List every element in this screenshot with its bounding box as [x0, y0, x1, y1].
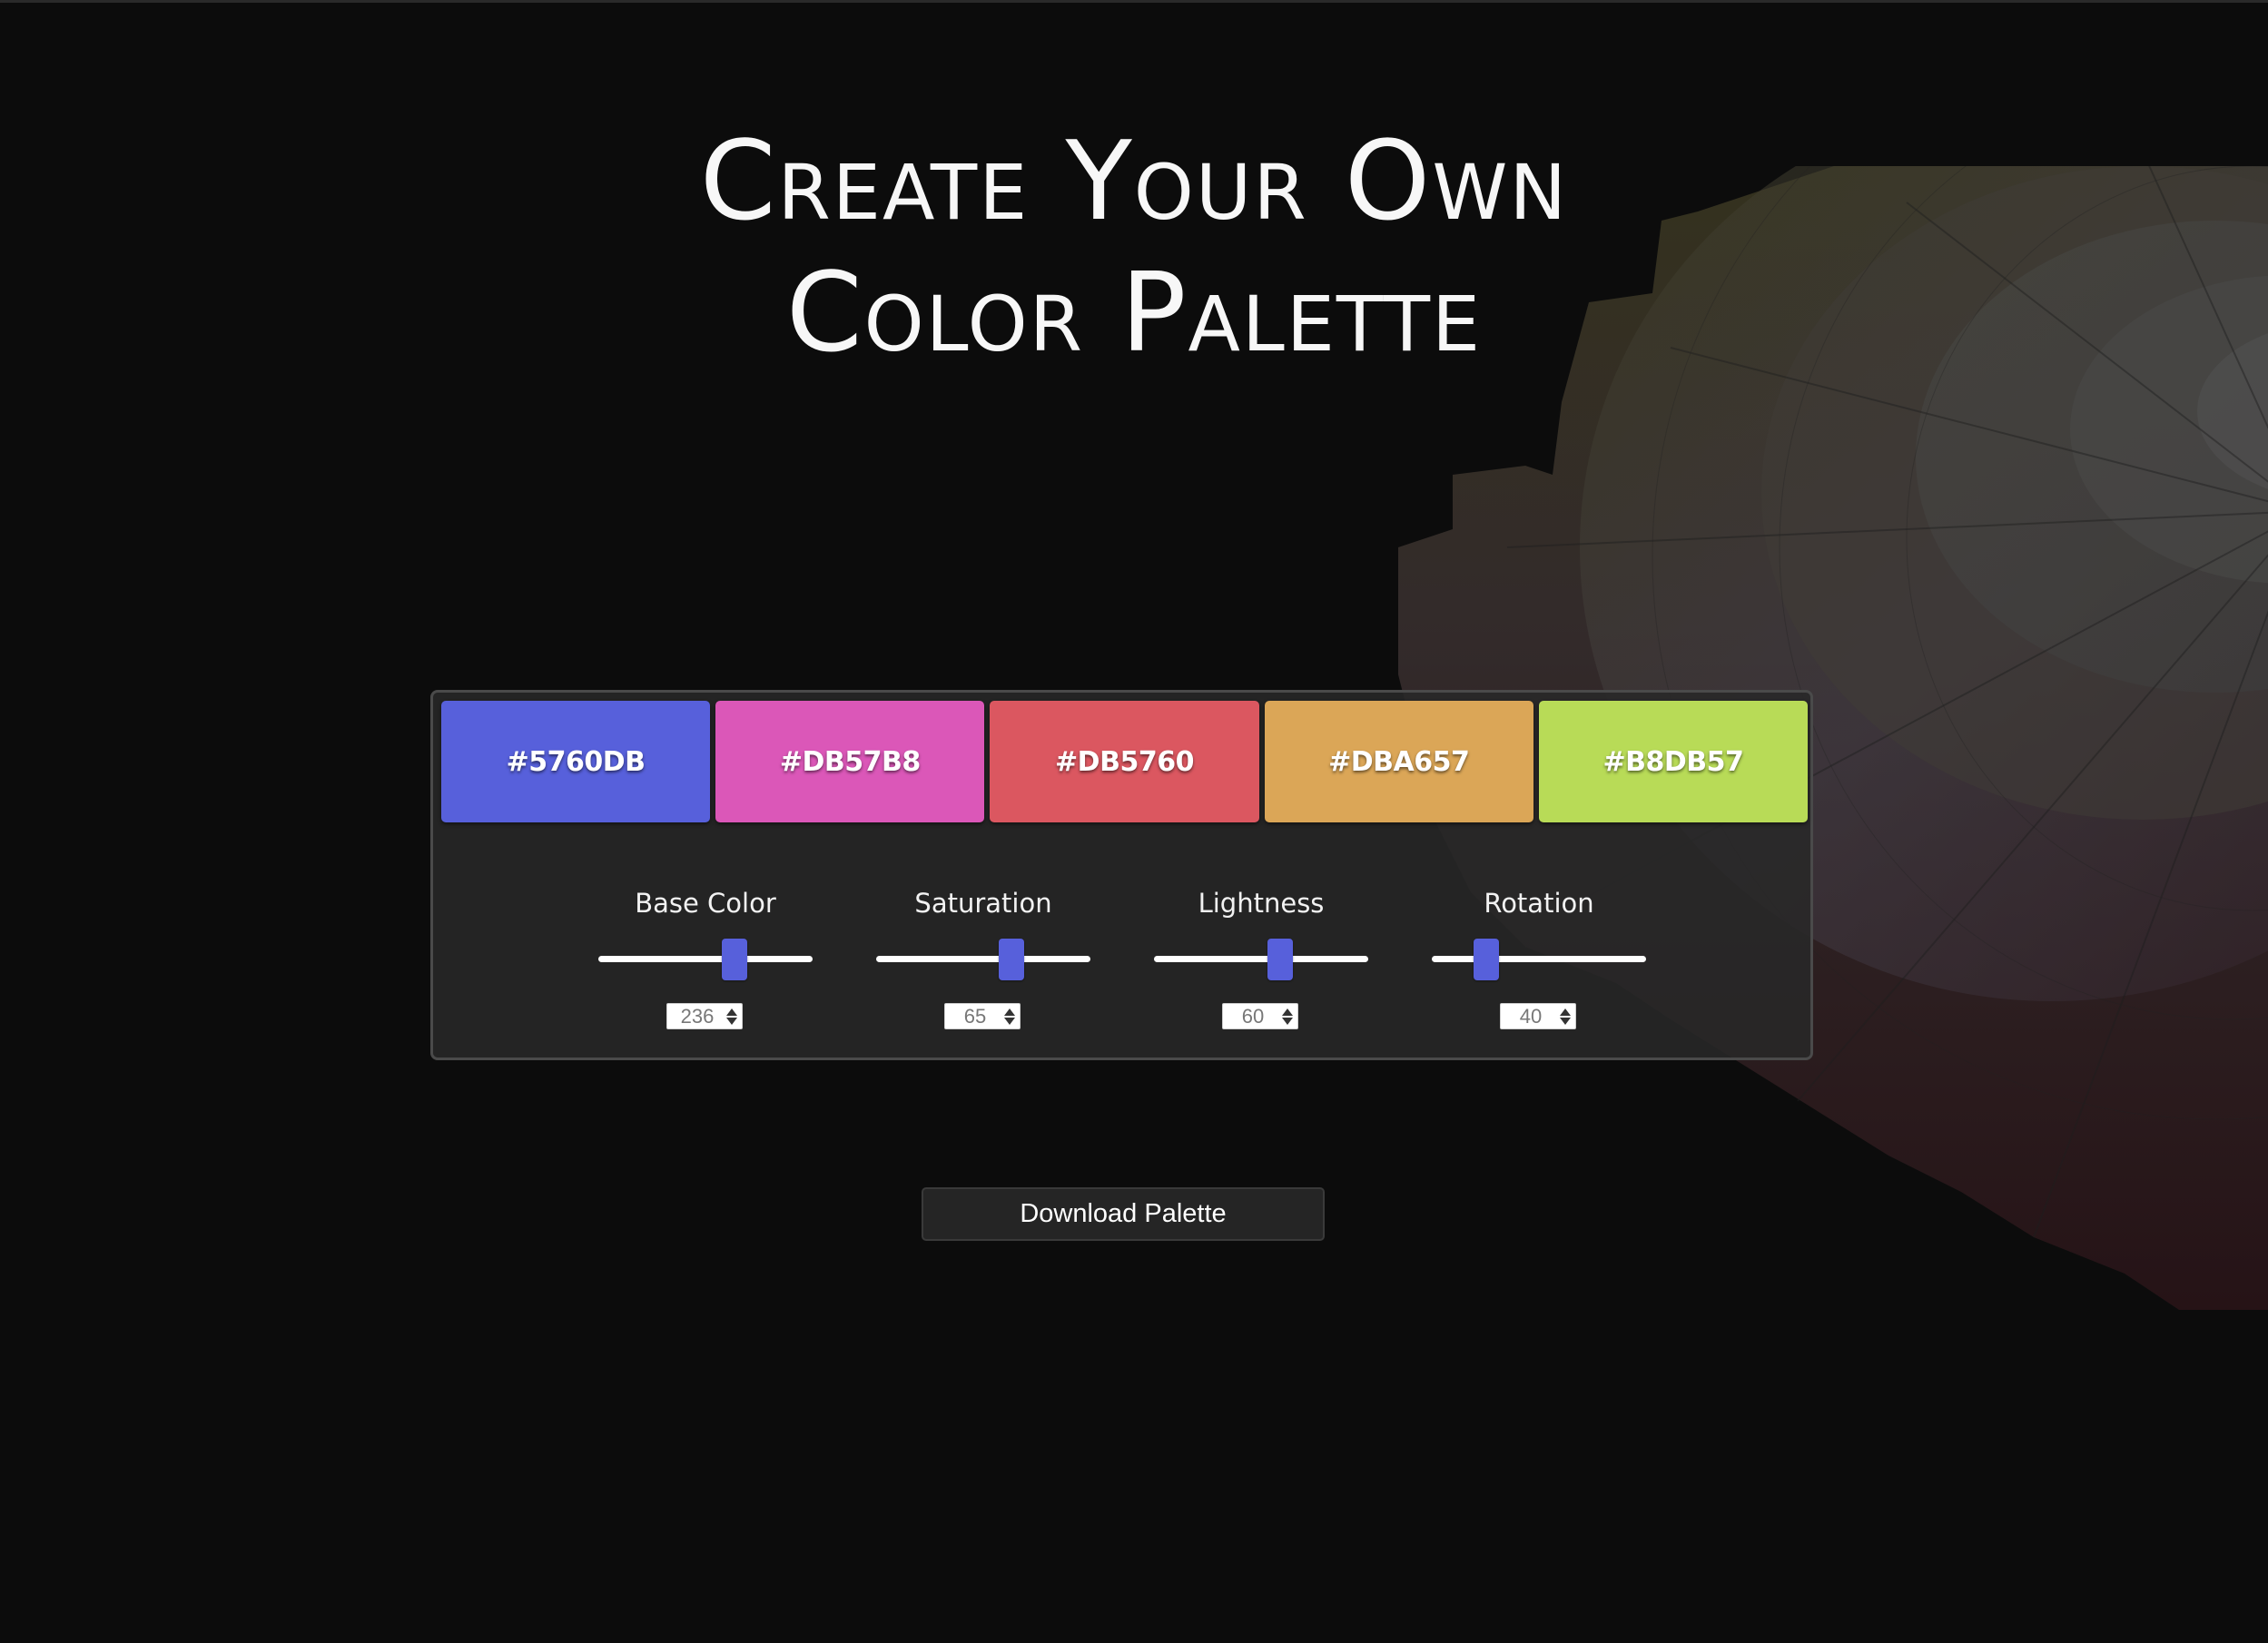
rotation-slider[interactable]	[1432, 939, 1646, 980]
base-color-control: Base Color 236	[598, 888, 813, 1029]
base-color-slider-thumb[interactable]	[722, 939, 748, 980]
swatch-3[interactable]: #DB5760	[990, 701, 1259, 822]
palette-controls: Base Color 236 Saturation 65 Lightness 6…	[598, 888, 1652, 1029]
saturation-spinner[interactable]	[1000, 1004, 1020, 1028]
rotation-spinner[interactable]	[1555, 1004, 1575, 1028]
swatch-4[interactable]: #DBA657	[1264, 701, 1533, 822]
swatch-1[interactable]: #5760DB	[441, 701, 711, 822]
page-title: Create Your Own Color Palette	[0, 116, 2268, 379]
base-color-label: Base Color	[635, 888, 776, 919]
base-color-input[interactable]: 236	[666, 1003, 743, 1029]
rotation-value[interactable]: 40	[1501, 1005, 1555, 1028]
spin-up-icon[interactable]	[726, 1008, 737, 1016]
rotation-label: Rotation	[1484, 888, 1594, 919]
saturation-input[interactable]: 65	[944, 1003, 1021, 1029]
spin-up-icon[interactable]	[1282, 1008, 1293, 1016]
page-title-line-1: Create Your Own	[699, 119, 1569, 245]
saturation-slider[interactable]	[876, 939, 1090, 980]
rotation-input[interactable]: 40	[1500, 1003, 1576, 1029]
spin-up-icon[interactable]	[1560, 1008, 1571, 1016]
palette-panel: #5760DB #DB57B8 #DB5760 #DBA657 #B8DB57 …	[430, 690, 1813, 1060]
swatch-row: #5760DB #DB57B8 #DB5760 #DBA657 #B8DB57	[441, 701, 1809, 822]
spin-down-icon[interactable]	[726, 1017, 737, 1025]
swatch-2[interactable]: #DB57B8	[715, 701, 985, 822]
rotation-control: Rotation 40	[1432, 888, 1646, 1029]
base-color-slider[interactable]	[598, 939, 813, 980]
swatch-2-hex: #DB57B8	[779, 745, 921, 778]
download-palette-button[interactable]: Download Palette	[922, 1187, 1325, 1241]
spin-down-icon[interactable]	[1282, 1017, 1293, 1025]
swatch-3-hex: #DB5760	[1055, 745, 1194, 778]
spin-down-icon[interactable]	[1004, 1017, 1015, 1025]
spin-down-icon[interactable]	[1560, 1017, 1571, 1025]
spin-up-icon[interactable]	[1004, 1008, 1015, 1016]
app-page: Create Your Own Color Palette #5760DB #D…	[0, 0, 2268, 1643]
base-color-spinner[interactable]	[722, 1004, 742, 1028]
swatch-1-hex: #5760DB	[506, 745, 646, 778]
swatch-4-hex: #DBA657	[1328, 745, 1470, 778]
swatch-5[interactable]: #B8DB57	[1538, 701, 1809, 822]
saturation-label: Saturation	[914, 888, 1052, 919]
saturation-slider-thumb[interactable]	[999, 939, 1025, 980]
lightness-spinner[interactable]	[1277, 1004, 1297, 1028]
rotation-slider-thumb[interactable]	[1474, 939, 1500, 980]
lightness-label: Lightness	[1198, 888, 1325, 919]
lightness-value[interactable]: 60	[1223, 1005, 1277, 1028]
lightness-control: Lightness 60	[1154, 888, 1368, 1029]
swatch-5-hex: #B8DB57	[1602, 745, 1744, 778]
page-title-line-2: Color Palette	[785, 251, 1483, 377]
saturation-control: Saturation 65	[876, 888, 1090, 1029]
lightness-slider-thumb[interactable]	[1267, 939, 1293, 980]
lightness-input[interactable]: 60	[1222, 1003, 1298, 1029]
base-color-value[interactable]: 236	[667, 1005, 722, 1028]
lightness-slider[interactable]	[1154, 939, 1368, 980]
saturation-value[interactable]: 65	[945, 1005, 1000, 1028]
